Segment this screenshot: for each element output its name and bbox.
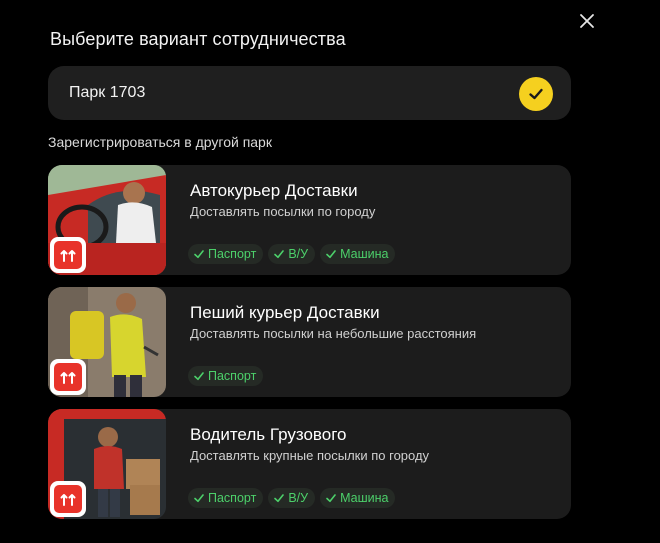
current-park-card[interactable]: Парк 1703 [48, 66, 571, 120]
delivery-badge [50, 359, 86, 395]
offer-title: Пеший курьер Доставки [190, 303, 380, 322]
requirements-tags: Паспорт В/У Машина [188, 488, 396, 508]
offer-card-truck-driver[interactable]: Водитель Грузового Доставлять крупные по… [48, 409, 571, 519]
check-icon [194, 250, 204, 259]
requirements-tags: Паспорт В/У Машина [188, 244, 396, 264]
offer-description: Доставлять посылки по городу [190, 204, 376, 219]
offer-description: Доставлять крупные посылки по городу [190, 448, 430, 463]
check-icon [529, 88, 543, 100]
close-button[interactable] [574, 8, 600, 34]
other-parks-label: Зарегистрироваться в другой парк [48, 134, 272, 150]
tag-passport: Паспорт [188, 366, 264, 386]
offer-card-car-courier[interactable]: Автокурьер Доставки Доставлять посылки п… [48, 165, 571, 275]
tag-car: Машина [320, 488, 396, 508]
tag-license: В/У [268, 244, 316, 264]
check-icon [194, 372, 204, 381]
park-selected-check [519, 77, 553, 111]
car-courier-photo [48, 165, 166, 275]
tag-label: В/У [288, 491, 309, 505]
tag-label: В/У [288, 247, 309, 261]
tag-car: Машина [320, 244, 396, 264]
tag-label: Машина [340, 491, 389, 505]
box-arrows-icon [60, 494, 76, 506]
check-icon [326, 250, 336, 259]
offer-title: Автокурьер Доставки [190, 181, 358, 200]
tag-passport: Паспорт [188, 244, 264, 264]
delivery-badge [50, 237, 86, 273]
delivery-badge [50, 481, 86, 517]
check-icon [274, 494, 285, 503]
box-arrows-icon [60, 250, 76, 262]
walking-courier-photo [48, 287, 166, 397]
close-icon [580, 14, 594, 28]
requirements-tags: Паспорт [188, 366, 264, 386]
check-icon [194, 494, 204, 503]
page-title: Выберите вариант сотрудничества [50, 29, 346, 49]
check-icon [326, 494, 336, 503]
offer-title: Водитель Грузового [190, 425, 347, 444]
truck-driver-photo [48, 409, 166, 519]
box-arrows-icon [60, 372, 76, 384]
tag-license: В/У [268, 488, 316, 508]
offer-card-walking-courier[interactable]: Пеший курьер Доставки Доставлять посылки… [48, 287, 571, 397]
park-name: Парк 1703 [69, 84, 146, 101]
check-icon [274, 250, 285, 259]
tag-label: Машина [340, 247, 389, 261]
tag-label: Паспорт [208, 491, 257, 505]
offer-description: Доставлять посылки на небольшие расстоян… [190, 326, 477, 341]
tag-label: Паспорт [208, 369, 257, 383]
tag-label: Паспорт [208, 247, 257, 261]
tag-passport: Паспорт [188, 488, 264, 508]
